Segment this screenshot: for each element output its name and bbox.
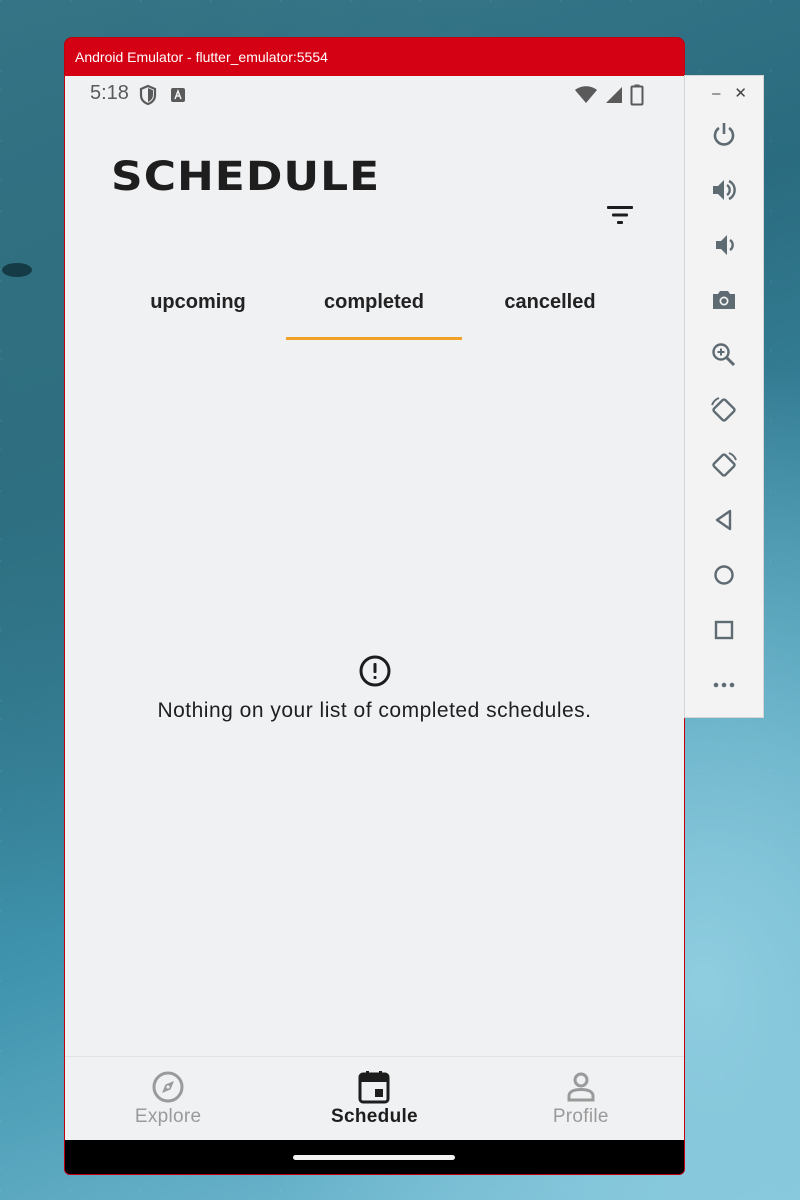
calendar-icon: [358, 1071, 390, 1104]
home-icon: [714, 565, 734, 585]
nav-schedule-label: Schedule: [331, 1106, 418, 1127]
page-title: SCHEDULE: [111, 153, 381, 200]
rotate-left-icon: [711, 397, 736, 422]
more-icon: [713, 682, 735, 688]
close-button[interactable]: ✕: [734, 84, 747, 104]
bottom-navigation: Explore Schedule Profile: [65, 1056, 684, 1140]
rotate-right-icon: [712, 452, 737, 477]
person-icon: [567, 1072, 595, 1102]
status-time: 5:18: [90, 82, 129, 104]
tab-upcoming[interactable]: upcoming: [110, 276, 286, 340]
cellular-icon: [606, 87, 622, 103]
filter-icon: [607, 206, 633, 224]
empty-message: Nothing on your list of completed schedu…: [157, 699, 592, 722]
power-button[interactable]: [705, 116, 743, 154]
status-bar: 5:18: [65, 76, 684, 112]
home-button[interactable]: [705, 556, 743, 594]
volume-up-icon: [713, 179, 736, 201]
wifi-icon: [575, 86, 597, 103]
filter-button[interactable]: [601, 201, 639, 229]
nav-profile[interactable]: Profile: [478, 1057, 684, 1140]
device-screen: 5:18 SCHEDULE upcoming completed cancell…: [65, 76, 684, 1140]
back-icon: [715, 509, 732, 531]
battery-icon: [630, 84, 644, 106]
overview-icon: [714, 620, 734, 640]
emulator-window: Android Emulator - flutter_emulator:5554…: [64, 37, 685, 1175]
tab-completed[interactable]: completed: [286, 276, 462, 340]
nav-explore-label: Explore: [134, 1106, 202, 1127]
volume-up-button[interactable]: [705, 171, 743, 209]
back-button[interactable]: [705, 501, 743, 539]
minimize-button[interactable]: –: [712, 84, 720, 104]
zoom-button[interactable]: [705, 336, 743, 374]
tab-cancelled[interactable]: cancelled: [462, 276, 638, 340]
volume-down-icon: [716, 235, 734, 255]
rotate-left-button[interactable]: [705, 391, 743, 429]
gesture-bar: [65, 1140, 684, 1174]
emulator-title: Android Emulator - flutter_emulator:5554: [65, 38, 684, 76]
emulator-side-toolbar: – ✕: [684, 75, 764, 718]
overview-button[interactable]: [705, 611, 743, 649]
a-badge-icon: [171, 88, 185, 102]
more-button[interactable]: [705, 666, 743, 704]
power-icon: [713, 123, 735, 146]
volume-down-button[interactable]: [705, 226, 743, 264]
shield-icon: [139, 84, 157, 106]
camera-icon: [713, 291, 735, 309]
screenshot-button[interactable]: [705, 281, 743, 319]
nav-schedule[interactable]: Schedule: [271, 1057, 477, 1140]
nav-explore[interactable]: Explore: [65, 1057, 271, 1140]
empty-state: Nothing on your list of completed schedu…: [65, 654, 684, 723]
ceiling-lamp: [2, 263, 32, 277]
schedule-tabs: upcoming completed cancelled: [110, 276, 638, 340]
nav-profile-label: Profile: [552, 1106, 609, 1127]
zoom-icon: [712, 343, 736, 367]
home-gesture-pill[interactable]: [293, 1155, 455, 1160]
rotate-right-button[interactable]: [705, 446, 743, 484]
compass-icon: [152, 1071, 184, 1103]
alert-circle-icon: [359, 655, 390, 687]
